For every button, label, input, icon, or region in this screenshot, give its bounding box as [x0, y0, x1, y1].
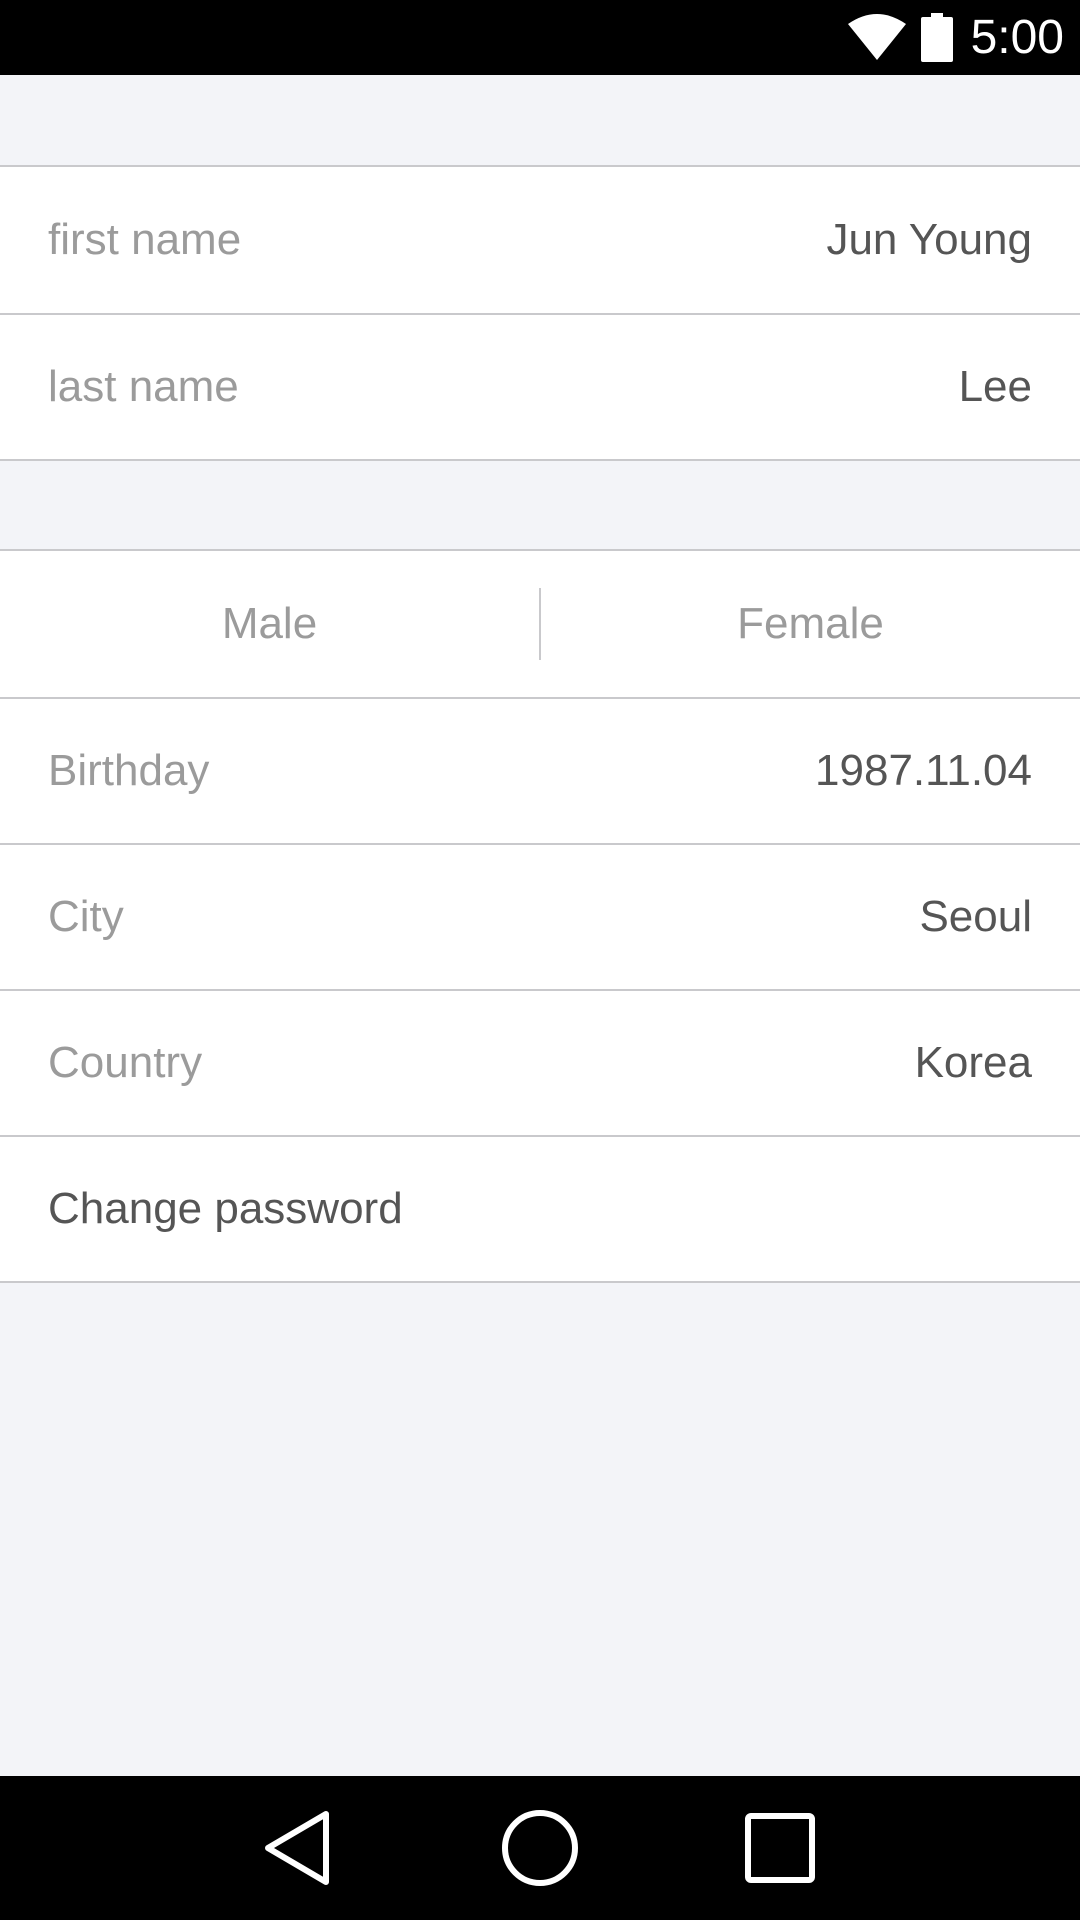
last-name-label: last name	[48, 362, 239, 411]
country-value[interactable]: Korea	[915, 1038, 1032, 1088]
profile-screen: 5:00 first name Jun Young last name Lee …	[0, 0, 1080, 1920]
recent-apps-icon[interactable]	[730, 1798, 830, 1898]
change-password-label: Change password	[48, 1184, 403, 1233]
city-label: City	[48, 892, 124, 941]
gender-option-male[interactable]: Male	[0, 551, 539, 697]
name-group: first name Jun Young last name Lee	[0, 165, 1080, 461]
birthday-row[interactable]: Birthday 1987.11.04	[0, 697, 1080, 843]
status-bar: 5:00	[0, 0, 1080, 75]
first-name-label: first name	[48, 215, 242, 264]
navigation-bar	[0, 1776, 1080, 1920]
city-row[interactable]: City Seoul	[0, 843, 1080, 989]
top-spacer	[0, 75, 1080, 165]
status-time: 5:00	[970, 11, 1064, 64]
city-value[interactable]: Seoul	[919, 892, 1032, 942]
first-name-value[interactable]: Jun Young	[826, 215, 1032, 265]
birthday-label: Birthday	[48, 746, 210, 795]
wifi-icon	[848, 14, 906, 60]
last-name-row[interactable]: last name Lee	[0, 313, 1080, 459]
home-icon[interactable]	[490, 1798, 590, 1898]
gender-selector: Male Female	[0, 551, 1080, 697]
first-name-row[interactable]: first name Jun Young	[0, 167, 1080, 313]
last-name-value[interactable]: Lee	[959, 362, 1032, 412]
change-password-row[interactable]: Change password	[0, 1135, 1080, 1281]
details-group: Male Female Birthday 1987.11.04 City Seo…	[0, 549, 1080, 1283]
country-row[interactable]: Country Korea	[0, 989, 1080, 1135]
country-label: Country	[48, 1038, 203, 1087]
birthday-value[interactable]: 1987.11.04	[815, 746, 1032, 796]
gender-option-female[interactable]: Female	[541, 551, 1080, 697]
back-icon[interactable]	[248, 1798, 348, 1898]
battery-icon	[921, 13, 953, 62]
